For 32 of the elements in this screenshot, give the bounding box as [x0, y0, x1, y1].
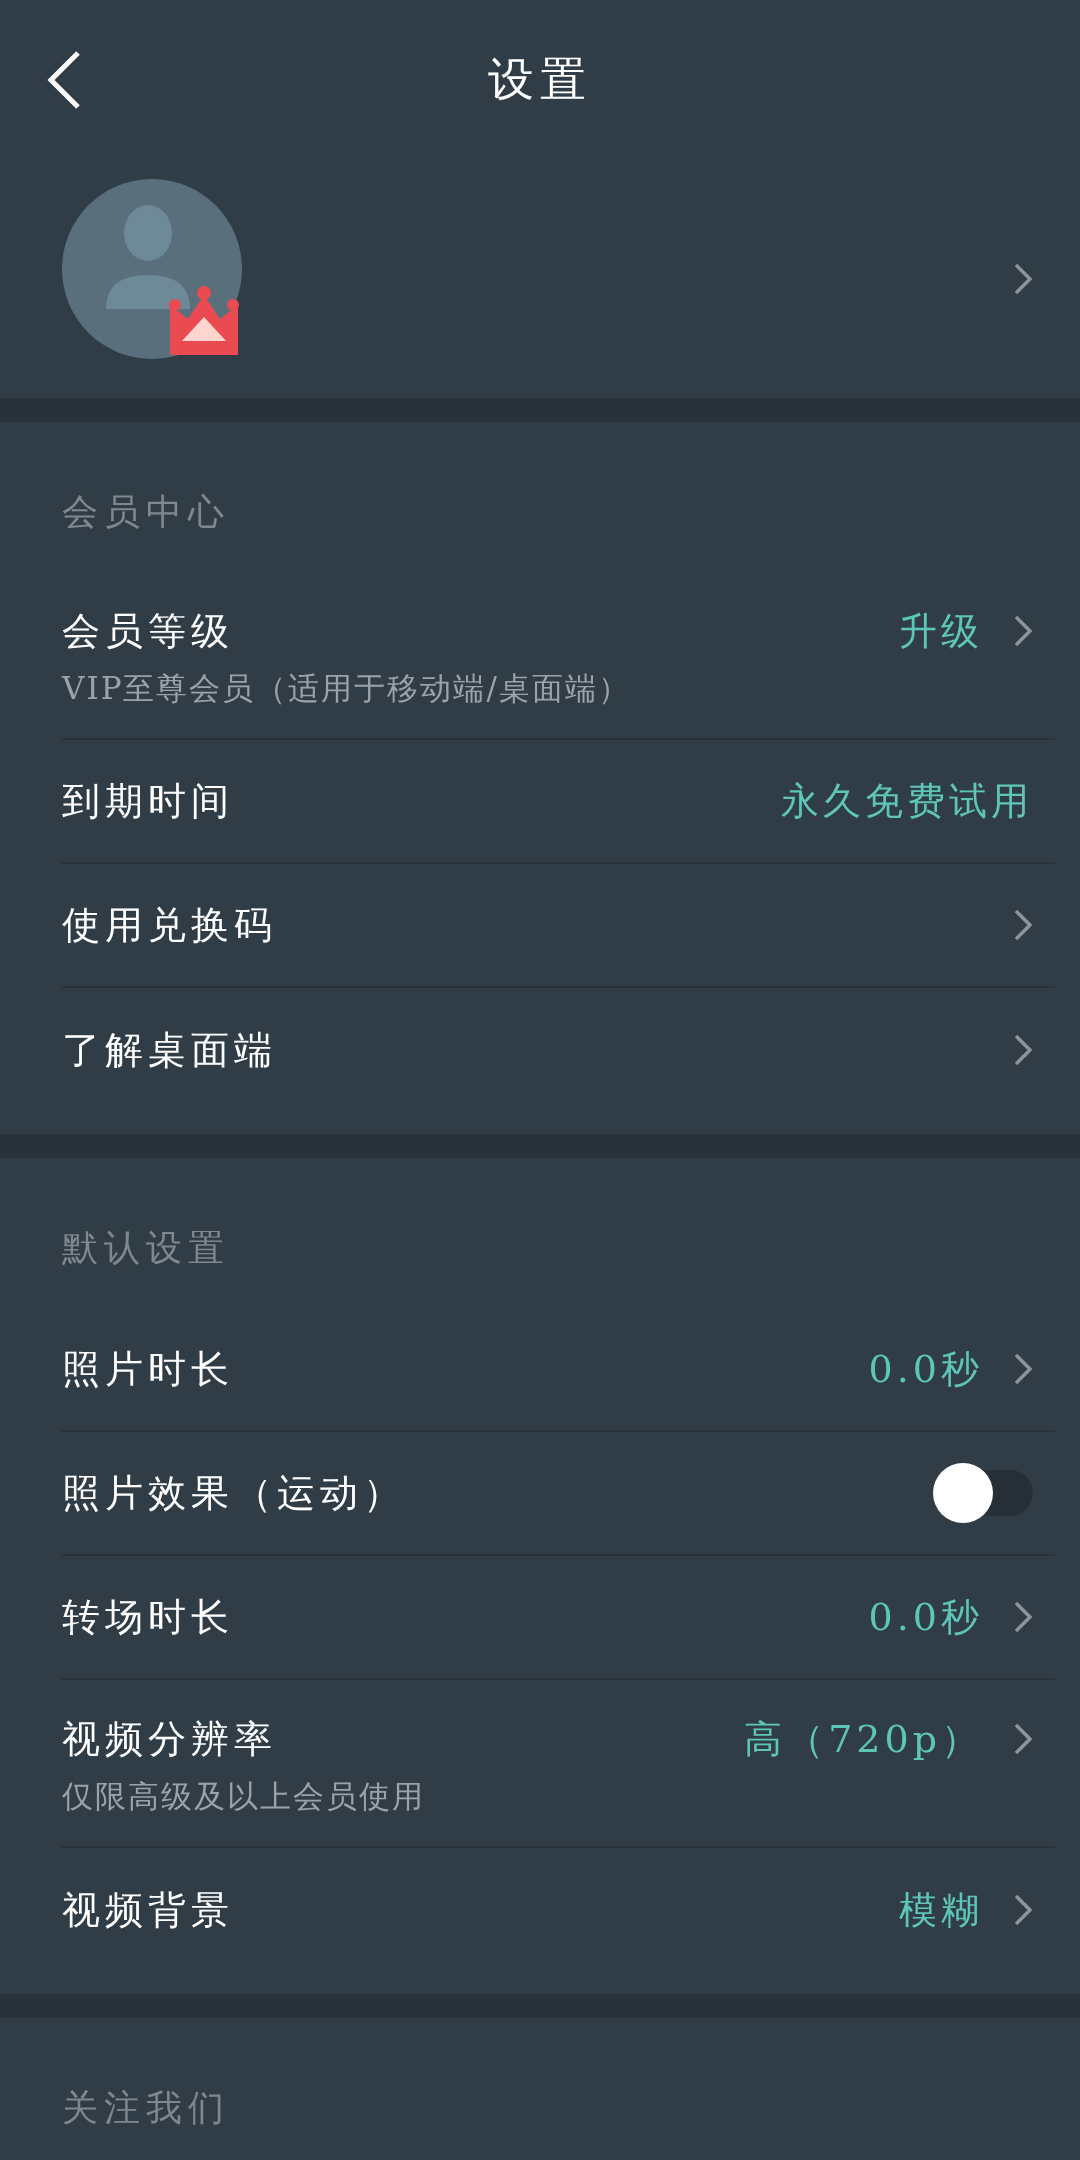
setting-note: VIP至尊会员（适用于移动端/桌面端）	[62, 669, 631, 708]
setting-value[interactable]: 0.0秒	[868, 1346, 983, 1392]
setting-label: 会员等级	[62, 608, 235, 654]
chevron-icon[interactable]	[1013, 1722, 1033, 1756]
chevron-icon[interactable]	[1013, 262, 1033, 296]
crown-icon	[168, 285, 240, 355]
setting-label: 照片效果（运动）	[62, 1470, 406, 1516]
page-title: 设置	[488, 51, 592, 108]
setting-value[interactable]: 0.0秒	[868, 1594, 983, 1640]
section-heading: 会员中心	[62, 490, 231, 534]
section-heading: 默认设置	[62, 1226, 231, 1270]
chevron-icon[interactable]	[1013, 908, 1033, 942]
setting-note: 仅限高级及以上会员使用	[62, 1777, 425, 1816]
chevron-icon[interactable]	[1013, 614, 1033, 648]
setting-value[interactable]: 高（720p）	[744, 1716, 983, 1762]
chevron-icon[interactable]	[1013, 1600, 1033, 1634]
setting-label: 转场时长	[62, 1594, 234, 1640]
setting-value[interactable]: 升级	[899, 608, 983, 654]
setting-label: 照片时长	[62, 1346, 234, 1392]
setting-label: 视频分辨率	[62, 1716, 278, 1762]
setting-label: 视频背景	[62, 1887, 234, 1933]
toggle-switch[interactable]	[933, 1463, 1033, 1523]
setting-label: 使用兑换码	[62, 902, 277, 948]
chevron-icon[interactable]	[1013, 1893, 1033, 1927]
setting-value[interactable]: 模糊	[899, 1887, 983, 1933]
setting-value: 永久免费试用	[781, 778, 1033, 824]
back-icon[interactable]	[46, 50, 82, 110]
chevron-icon[interactable]	[1013, 1352, 1033, 1386]
section-heading: 关注我们	[62, 2086, 231, 2130]
chevron-icon[interactable]	[1013, 1033, 1033, 1067]
setting-label: 了解桌面端	[62, 1027, 277, 1073]
setting-label: 到期时间	[62, 778, 234, 824]
